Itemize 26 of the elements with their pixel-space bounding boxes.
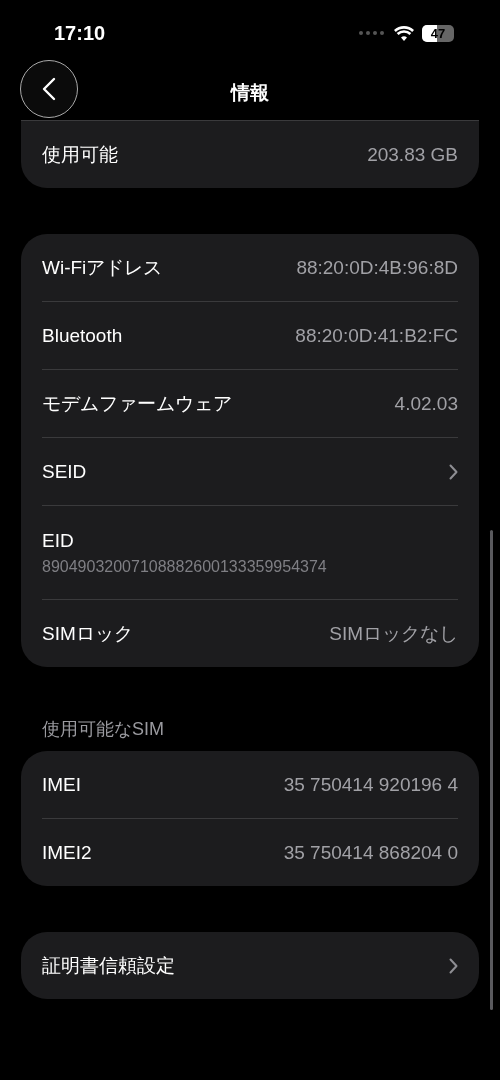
settings-row[interactable]: 証明書信頼設定 bbox=[42, 932, 458, 999]
status-time: 17:10 bbox=[54, 21, 107, 45]
row-value: 88:20:0D:4B:96:8D bbox=[296, 256, 458, 279]
row-label: Wi-Fiアドレス bbox=[42, 255, 164, 280]
row-label: モデムファームウェア bbox=[42, 391, 233, 416]
row-label: IMEI bbox=[42, 773, 83, 796]
row-value: SIMロックなし bbox=[329, 621, 458, 646]
row-value: 89049032007108882600133359954374 bbox=[42, 557, 327, 576]
settings-row[interactable]: SEID bbox=[42, 438, 458, 506]
row-label: Bluetooth bbox=[42, 324, 124, 347]
row-value: 35 750414 920196 4 bbox=[283, 773, 458, 796]
row-label: SIMロック bbox=[42, 621, 134, 646]
wifi-icon bbox=[394, 25, 414, 41]
chevron-icon bbox=[449, 957, 458, 974]
chevron-icon bbox=[449, 463, 458, 480]
screen-title: 情報 bbox=[231, 81, 269, 105]
row-value: 4.02.03 bbox=[394, 392, 458, 415]
row-value: 203.83 GB bbox=[367, 143, 458, 166]
row-label: IMEI2 bbox=[42, 841, 93, 864]
row-label: EID bbox=[42, 529, 74, 552]
section-header: 使用可能なSIM bbox=[41, 718, 165, 741]
back-icon bbox=[42, 77, 56, 101]
signal-icon bbox=[359, 31, 384, 35]
row-value: 88:20:0D:41:B2:FC bbox=[295, 324, 458, 347]
row-label: 使用可能 bbox=[42, 142, 119, 167]
row-value: 35 750414 868204 0 bbox=[283, 841, 458, 864]
